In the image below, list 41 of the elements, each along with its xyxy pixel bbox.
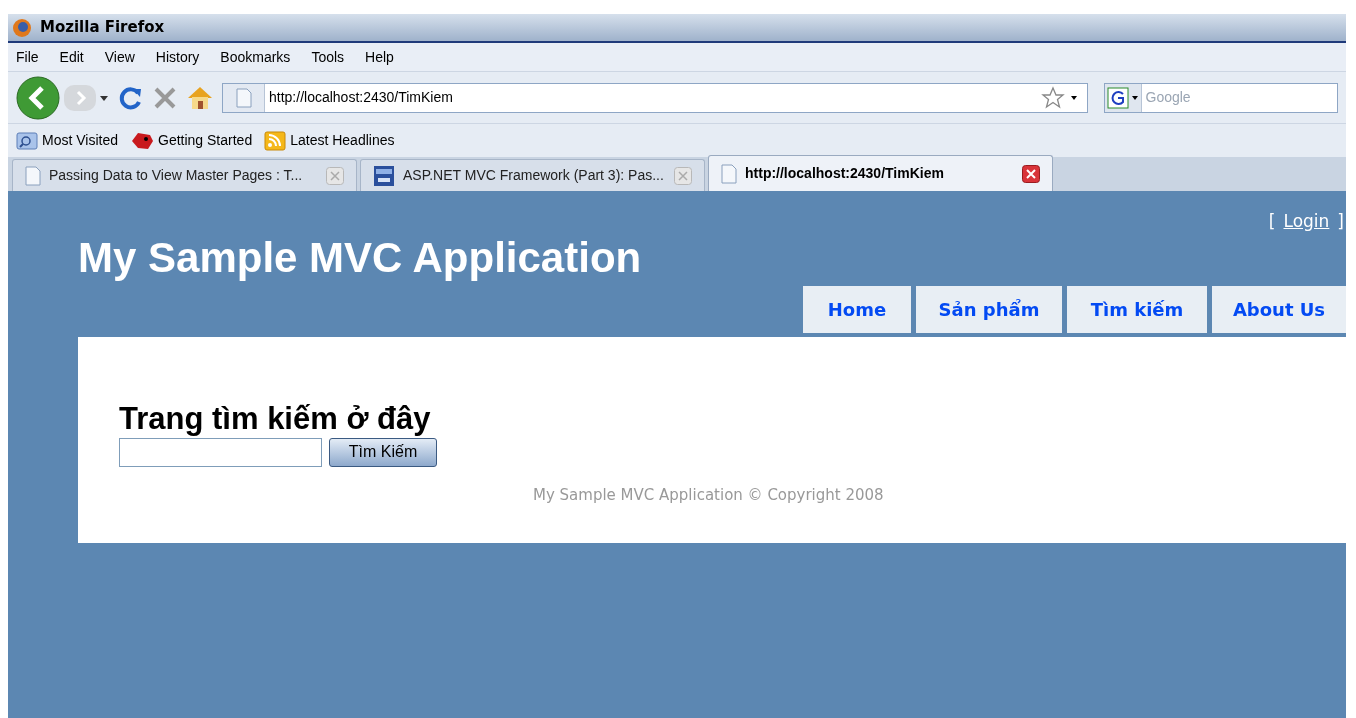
menu-item[interactable]: History (155, 46, 200, 68)
page-icon (721, 163, 737, 184)
menu-item[interactable]: File (16, 46, 39, 68)
bookmark-link[interactable]: Getting Started (158, 130, 253, 151)
site-title: My Sample MVC Application (78, 232, 642, 283)
menu-item[interactable]: Tools (311, 46, 345, 68)
bracket-text: [ (1268, 210, 1276, 233)
search-input[interactable]: Google (1145, 87, 1337, 108)
page-icon (25, 165, 41, 186)
menu-item[interactable]: View (104, 46, 135, 68)
window-title: Mozilla Firefox (40, 17, 165, 39)
reload-icon[interactable] (118, 84, 144, 111)
search-field[interactable]: Google (1104, 82, 1338, 113)
search-input[interactable] (119, 437, 322, 467)
page-heading: Trang tìm kiếm ở đây (119, 400, 432, 437)
search-button[interactable]: Tìm Kiếm (329, 437, 437, 467)
bookmark-link[interactable]: Most Visited (42, 130, 118, 151)
folder-icon (16, 131, 38, 150)
menu-item[interactable]: Bookmarks (220, 46, 291, 68)
page-icon (235, 87, 252, 108)
close-icon[interactable] (1022, 164, 1040, 183)
browser-tab[interactable]: http://localhost:2430/TimKiem (708, 155, 1053, 191)
nav-tab[interactable]: Sản phẩm (916, 285, 1062, 333)
nav-tab[interactable]: About Us (1212, 285, 1346, 333)
nav-tab[interactable]: Home (803, 285, 911, 333)
nav-tab[interactable]: Tìm kiếm (1067, 285, 1207, 333)
address-field[interactable]: http://localhost:2430/TimKiem (222, 82, 1088, 113)
menu-item[interactable]: Help (365, 46, 394, 68)
home-icon[interactable] (186, 84, 214, 111)
browser-tab[interactable]: ASP.NET MVC Framework (Part 3): Pas... (360, 159, 705, 191)
login-link[interactable]: Login (1283, 209, 1330, 235)
bookmark-link[interactable]: Latest Headlines (290, 130, 395, 151)
caret-icon[interactable] (1130, 93, 1139, 102)
feed-icon (264, 130, 287, 151)
search-engine-icon[interactable] (1106, 86, 1129, 109)
menu-item[interactable]: Edit (59, 46, 84, 68)
footer-text: My Sample MVC Application © Copyright 2008 (533, 484, 885, 506)
bracket-text: ] (1337, 210, 1344, 233)
browser-tab[interactable]: Passing Data to View Master Pages : T... (12, 159, 357, 191)
star-icon[interactable] (1041, 85, 1065, 110)
url-text: http://localhost:2430/TimKiem (269, 88, 454, 107)
